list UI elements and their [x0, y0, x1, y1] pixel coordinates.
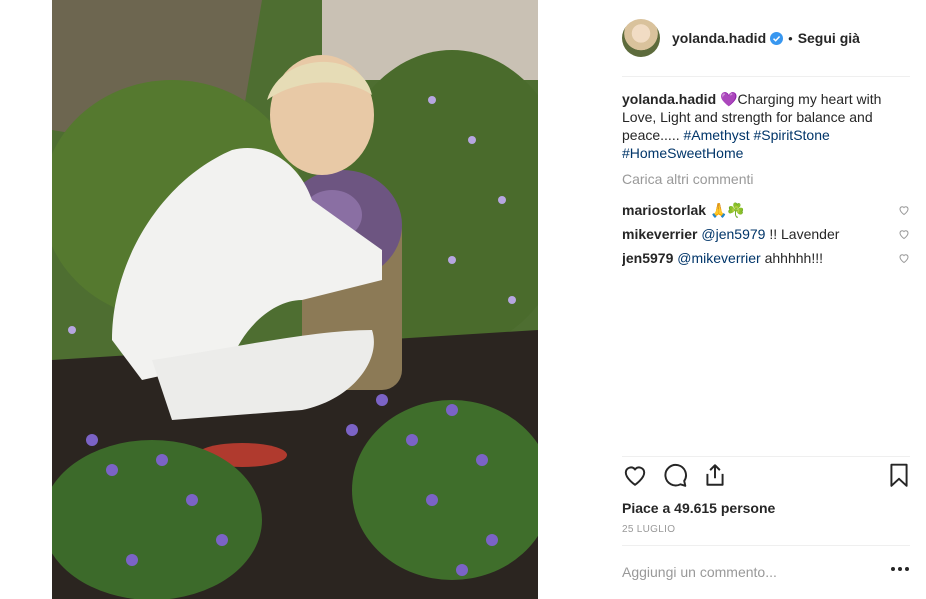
header-divider [622, 76, 910, 77]
comment-username[interactable]: mikeverrier [622, 226, 698, 242]
follow-button[interactable]: Segui già [798, 30, 860, 46]
comment-row: mariostorlak 🙏☘️ [622, 198, 912, 222]
comment-input-divider [622, 545, 910, 546]
load-more-comments[interactable]: Carica altri commenti [622, 170, 912, 188]
post-photo-art [52, 0, 538, 599]
heart-outline-icon[interactable] [898, 204, 910, 216]
comment-body: mikeverrier @jen5979 !! Lavender [622, 225, 912, 243]
header-separator: • [788, 30, 793, 46]
comment-body: jen5979 @mikeverrier ahhhhh!!! [622, 249, 912, 267]
actions-divider [622, 456, 910, 457]
share-upload-icon[interactable] [702, 462, 728, 488]
comment-username[interactable]: mariostorlak [622, 202, 706, 218]
comment-body: mariostorlak 🙏☘️ [622, 201, 912, 219]
caption-emoji: 💜 [720, 91, 738, 107]
post-date: 25 LUGLIO [622, 524, 676, 535]
heart-outline-icon[interactable] [898, 252, 910, 264]
comment-row: mikeverrier @jen5979 !! Lavender [622, 222, 912, 246]
speech-bubble-icon[interactable] [662, 462, 688, 488]
mention-link[interactable]: @jen5979 [701, 226, 765, 242]
comment-input[interactable]: Aggiungi un commento... [622, 564, 777, 580]
avatar[interactable] [622, 19, 660, 57]
hashtag-link[interactable]: #HomeSweetHome [622, 145, 743, 161]
header-username[interactable]: yolanda.hadid [672, 30, 766, 46]
verified-badge-icon [770, 31, 784, 45]
mention-link[interactable]: @mikeverrier [677, 250, 760, 266]
comment-row: jen5979 @mikeverrier ahhhhh!!! [622, 246, 912, 270]
comment-text: 🙏☘️ [709, 202, 745, 218]
heart-outline-icon[interactable] [622, 462, 648, 488]
post-details-panel: yolanda.hadid • Segui già yolanda.hadid … [538, 0, 926, 599]
comment-username[interactable]: jen5979 [622, 250, 673, 266]
comments-list: yolanda.hadid 💜Charging my heart with Lo… [622, 90, 912, 270]
hashtag-link[interactable]: #SpiritStone [754, 127, 830, 143]
post-photo[interactable] [52, 0, 538, 599]
more-options-icon[interactable] [890, 566, 910, 572]
comment-text: !! Lavender [765, 226, 840, 242]
post-caption: yolanda.hadid 💜Charging my heart with Lo… [622, 90, 912, 162]
likes-count[interactable]: Piace a 49.615 persone [622, 500, 775, 516]
comment-text: ahhhhh!!! [760, 250, 823, 266]
likes-label: Piace a 49.615 persone [622, 500, 776, 516]
post-actions-bar [622, 462, 912, 494]
caption-username[interactable]: yolanda.hadid [622, 91, 716, 107]
post-header: yolanda.hadid • Segui già [622, 15, 912, 61]
bookmark-icon[interactable] [886, 462, 912, 488]
heart-outline-icon[interactable] [898, 228, 910, 240]
hashtag-link[interactable]: #Amethyst [683, 127, 749, 143]
